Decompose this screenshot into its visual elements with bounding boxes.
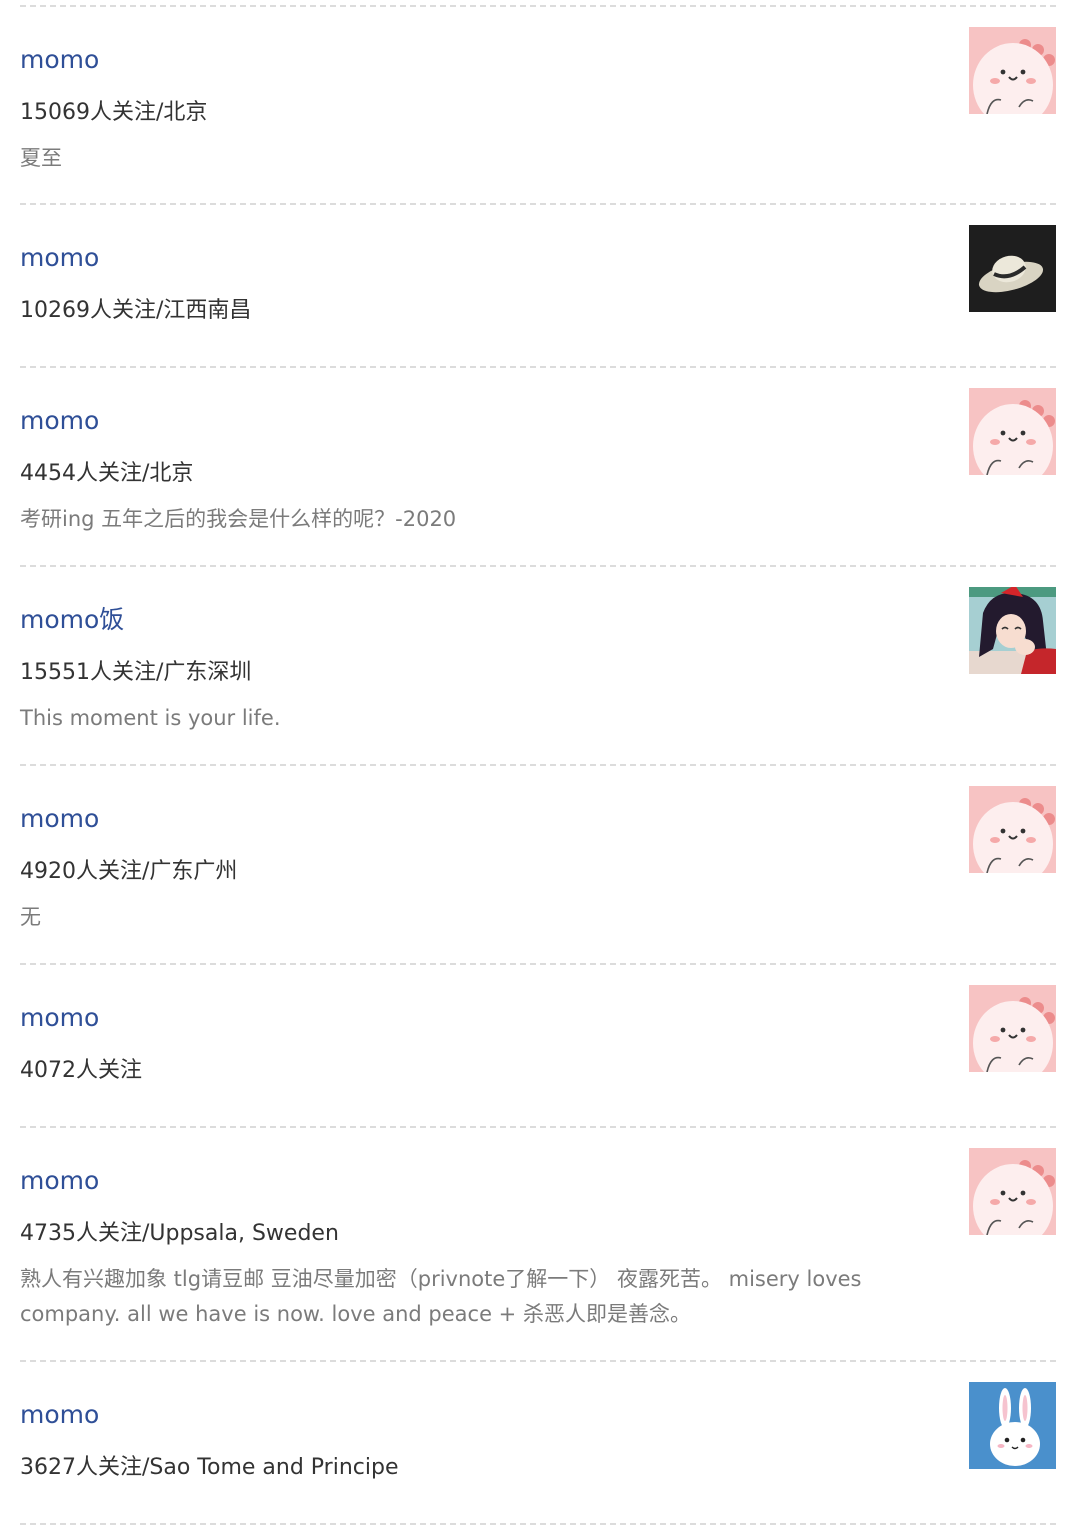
bunny-avatar[interactable] [969, 1382, 1056, 1469]
user-name-link[interactable]: momo [20, 1166, 99, 1196]
user-bio: 无 [20, 905, 41, 929]
user-followers-location: 4920人关注/广东广州 [20, 859, 238, 884]
user-name-link[interactable]: momo [20, 1400, 99, 1430]
pink-blob-avatar[interactable] [969, 985, 1056, 1072]
user-followers-location: 4072人关注 [20, 1058, 142, 1083]
divider [20, 203, 1056, 205]
pink-blob-avatar[interactable] [969, 27, 1056, 114]
user-followers-location: 10269人关注/江西南昌 [20, 298, 252, 323]
user-bio: 熟人有兴趣加象 tlg请豆邮 豆油尽量加密（privnote了解一下） 夜露死苦… [20, 1267, 862, 1326]
user-name-link[interactable]: momo [20, 1003, 99, 1033]
user-followers-location: 4735人关注/Uppsala, Sweden [20, 1221, 339, 1246]
user-followers-location: 3627人关注/Sao Tome and Principe [20, 1455, 399, 1480]
divider [20, 764, 1056, 766]
user-bio: 考研ing 五年之后的我会是什么样的呢？-2020 [20, 507, 457, 531]
anime-girl-avatar[interactable] [969, 587, 1056, 674]
divider [20, 565, 1056, 567]
divider [20, 1523, 1056, 1525]
user-followers-location: 4454人关注/北京 [20, 461, 194, 486]
divider [20, 1360, 1056, 1362]
user-bio: This moment is your life. [20, 706, 281, 730]
user-name-link[interactable]: momo [20, 406, 99, 436]
user-name-link[interactable]: momo饭 [20, 605, 124, 635]
user-name-link[interactable]: momo [20, 804, 99, 834]
user-bio: 夏至 [20, 146, 62, 170]
divider [20, 1126, 1056, 1128]
pink-blob-avatar[interactable] [969, 1148, 1056, 1235]
divider [20, 963, 1056, 965]
hat-avatar[interactable] [969, 225, 1056, 312]
user-followers-location: 15551人关注/广东深圳 [20, 660, 252, 685]
user-name-link[interactable]: momo [20, 45, 99, 75]
pink-blob-avatar[interactable] [969, 786, 1056, 873]
divider [20, 5, 1056, 7]
pink-blob-avatar[interactable] [969, 388, 1056, 475]
divider [20, 366, 1056, 368]
user-name-link[interactable]: momo [20, 243, 99, 273]
user-followers-location: 15069人关注/北京 [20, 100, 208, 125]
